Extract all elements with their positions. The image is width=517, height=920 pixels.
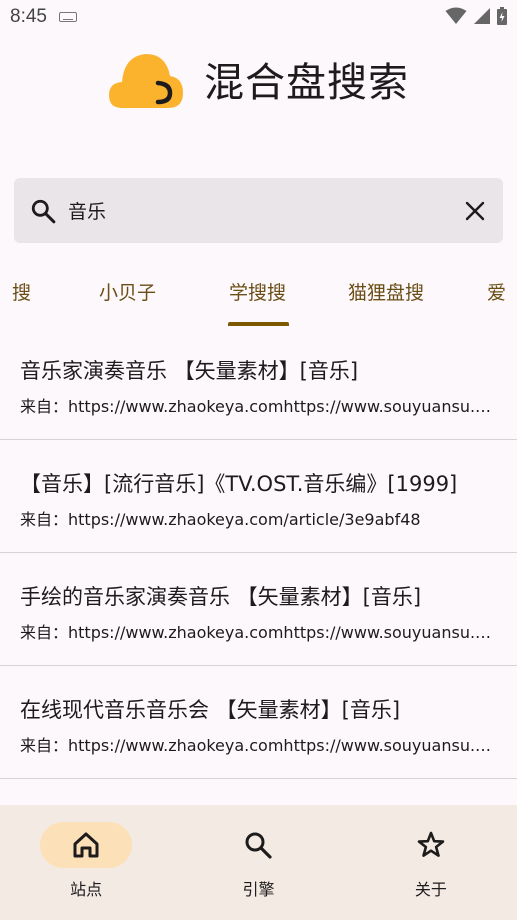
site-tabs: 搜 小贝子 学搜搜 猫狸盘搜 爱 (0, 270, 517, 328)
signal-icon (474, 8, 490, 24)
status-time: 8:45 (10, 6, 47, 27)
bottom-navigation: 站点 引擎 关于 (0, 805, 517, 920)
nav-pill (385, 822, 477, 868)
nav-item-engines[interactable]: 引擎 (172, 805, 344, 920)
clear-icon[interactable] (463, 199, 487, 223)
tab-sou[interactable]: 搜 (12, 278, 31, 305)
search-bar[interactable] (14, 178, 503, 243)
tab-maolipansou[interactable]: 猫狸盘搜 (348, 278, 424, 305)
result-source: 来自：https://www.zhaokeya.comhttps://www.s… (20, 623, 493, 642)
app-header: 混合盘搜索 (0, 44, 517, 114)
result-source: 来自：https://www.zhaokeya.com/article/3e9a… (20, 510, 421, 529)
result-item[interactable]: 音乐家演奏音乐 【矢量素材】[音乐] 来自：https://www.zhaoke… (0, 327, 517, 440)
tab-xuesousou[interactable]: 学搜搜 (229, 278, 286, 305)
search-input[interactable] (68, 199, 463, 222)
result-title: 音乐家演奏音乐 【矢量素材】[音乐] (20, 359, 359, 383)
cloud-logo-icon (109, 54, 183, 108)
star-icon (417, 831, 445, 857)
status-bar: 8:45 (0, 0, 517, 34)
home-icon (73, 832, 99, 858)
result-title: 在线现代音乐音乐会 【矢量素材】[音乐] (20, 698, 401, 722)
results-list: 音乐家演奏音乐 【矢量素材】[音乐] 来自：https://www.zhaoke… (0, 327, 517, 779)
keyboard-icon (58, 12, 77, 22)
tab-ai[interactable]: 爱 (487, 278, 506, 305)
result-item[interactable]: 在线现代音乐音乐会 【矢量素材】[音乐] 来自：https://www.zhao… (0, 666, 517, 779)
nav-item-about[interactable]: 关于 (345, 805, 517, 920)
result-item[interactable]: 【音乐】[流行音乐]《TV.OST.音乐编》[1999] 来自：https://… (0, 440, 517, 553)
nav-active-indicator (40, 822, 133, 868)
search-icon (245, 832, 273, 859)
nav-label: 关于 (414, 880, 447, 899)
nav-pill (212, 822, 304, 868)
result-source: 来自：https://www.zhaokeya.comhttps://www.s… (20, 397, 493, 416)
nav-label: 站点 (70, 880, 103, 899)
result-source: 来自：https://www.zhaokeya.comhttps://www.s… (20, 736, 493, 755)
nav-item-sites[interactable]: 站点 (0, 805, 172, 920)
wifi-icon (445, 7, 467, 24)
search-icon (31, 199, 56, 223)
app-title: 混合盘搜索 (204, 60, 409, 106)
result-title: 【音乐】[流行音乐]《TV.OST.音乐编》[1999] (20, 472, 458, 496)
tab-xiaobeizi[interactable]: 小贝子 (99, 278, 156, 305)
result-item[interactable]: 手绘的音乐家演奏音乐 【矢量素材】[音乐] 来自：https://www.zha… (0, 553, 517, 666)
nav-label: 引擎 (242, 880, 275, 899)
battery-icon (497, 7, 507, 25)
result-title: 手绘的音乐家演奏音乐 【矢量素材】[音乐] (20, 585, 422, 609)
status-icons (445, 7, 507, 25)
active-tab-indicator (228, 322, 289, 326)
